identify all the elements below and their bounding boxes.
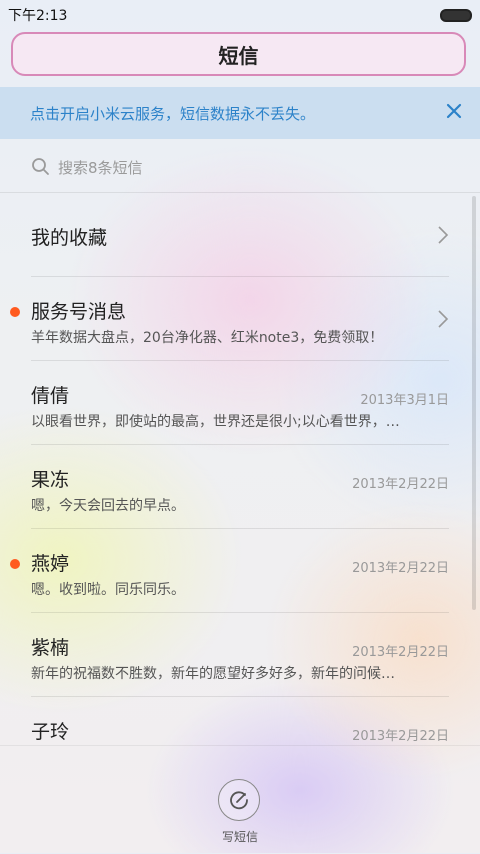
list-item-service-messages[interactable]: 服务号消息 羊年数据大盘点，20台净化器、红米note3，免费领取！ xyxy=(0,277,480,361)
unread-dot xyxy=(10,307,20,317)
search-input[interactable]: 搜索8条短信 xyxy=(58,157,143,178)
status-time: 下午2:13 xyxy=(8,8,68,24)
banner-text[interactable]: 点击开启小米云服务，短信数据永不丢失。 xyxy=(30,103,315,124)
message-date: 2013年2月22日 xyxy=(352,477,449,492)
message-date: 2013年2月22日 xyxy=(352,561,449,576)
search-icon xyxy=(32,158,49,175)
contact-name: 果冻 xyxy=(31,469,70,491)
contact-name: 燕婷 xyxy=(31,553,70,575)
contact-name: 子玲 xyxy=(31,721,70,743)
conversation-row[interactable]: 子玲 2013年2月22日 xyxy=(0,697,480,745)
conversation-row[interactable]: 果冻 2013年2月22日 嗯，今天会回去的早点。 xyxy=(0,445,480,529)
cloud-service-banner[interactable]: 点击开启小米云服务，短信数据永不丢失。 xyxy=(0,87,480,139)
conversation-row[interactable]: 倩倩 2013年3月1日 以眼看世界，即使站的最高，世界还是很小;以心看世界，… xyxy=(0,361,480,445)
chevron-right-icon xyxy=(438,310,449,328)
battery-icon xyxy=(440,9,472,22)
chevron-right-icon xyxy=(438,226,449,244)
compose-button[interactable] xyxy=(218,779,260,821)
message-preview: 嗯。收到啦。同乐同乐。 xyxy=(31,582,185,598)
conversation-row[interactable]: 紫楠 2013年2月22日 新年的祝福数不胜数，新年的愿望好多好多，新年的问候… xyxy=(0,613,480,697)
page-title-bar: 短信 xyxy=(11,32,466,76)
message-date: 2013年3月1日 xyxy=(360,393,449,408)
contact-name: 紫楠 xyxy=(31,637,70,659)
status-bar: 下午2:13 xyxy=(0,0,480,26)
close-icon[interactable] xyxy=(442,99,466,123)
search-bar[interactable]: 搜索8条短信 xyxy=(0,142,480,193)
message-list: 我的收藏 服务号消息 羊年数据大盘点，20台净化器、红米note3，免费领取！ … xyxy=(0,193,480,745)
message-preview: 以眼看世界，即使站的最高，世界还是很小;以心看世界，… xyxy=(31,414,400,430)
conversation-row[interactable]: 燕婷 2013年2月22日 嗯。收到啦。同乐同乐。 xyxy=(0,529,480,613)
list-item-title: 我的收藏 xyxy=(31,227,108,249)
list-item-preview: 羊年数据大盘点，20台净化器、红米note3，免费领取！ xyxy=(31,330,384,346)
compose-icon xyxy=(230,791,248,810)
message-date: 2013年2月22日 xyxy=(352,729,449,744)
message-preview: 嗯，今天会回去的早点。 xyxy=(31,498,185,514)
unread-dot xyxy=(10,559,20,569)
bottom-bar: 写短信 xyxy=(0,745,480,854)
message-date: 2013年2月22日 xyxy=(352,645,449,660)
list-item-title: 服务号消息 xyxy=(31,301,127,323)
contact-name: 倩倩 xyxy=(31,385,70,407)
page-title: 短信 xyxy=(218,43,259,68)
compose-label: 写短信 xyxy=(221,830,258,844)
message-preview: 新年的祝福数不胜数，新年的愿望好多好多，新年的问候… xyxy=(31,666,395,682)
list-item-favorites[interactable]: 我的收藏 xyxy=(0,193,480,277)
scrollbar[interactable] xyxy=(472,196,476,610)
